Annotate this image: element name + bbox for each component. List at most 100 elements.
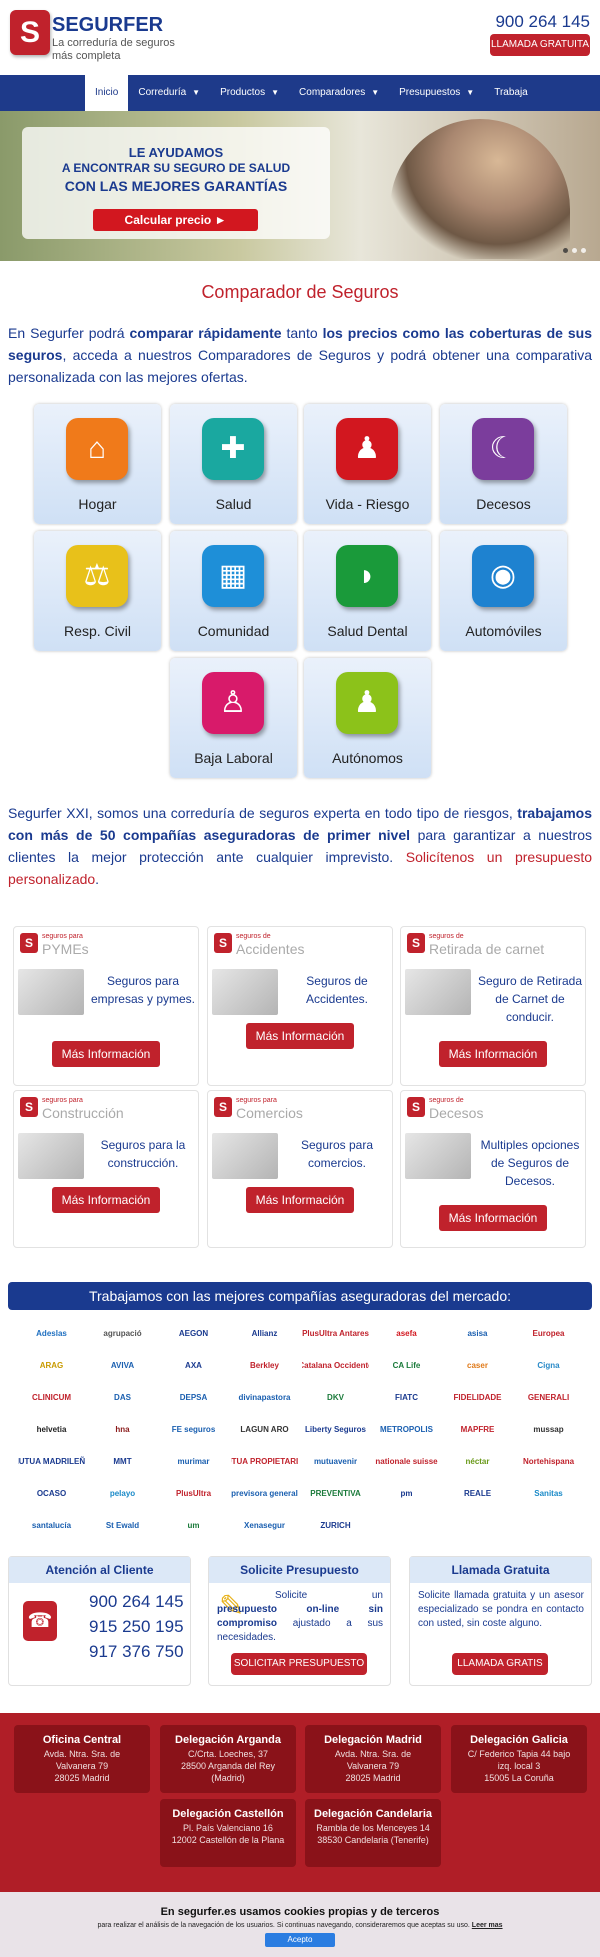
- slider-dot[interactable]: [563, 248, 568, 253]
- segurfer-logo: S: [20, 933, 38, 953]
- nav-item[interactable]: Inicio: [85, 75, 129, 111]
- nav-item[interactable]: Correduría ▼: [128, 75, 210, 111]
- cookie-text: para realizar el análisis de la navegaci…: [97, 1922, 503, 1929]
- insurer-logo: mussap: [533, 1424, 564, 1434]
- tile-vida-riesgo[interactable]: ♟ Vida - Riesgo: [304, 404, 431, 524]
- insurer-logo: Europea: [532, 1328, 565, 1338]
- free-call-box-button[interactable]: LLAMADA GRATIS: [452, 1653, 548, 1675]
- more-info-button[interactable]: Más Información: [439, 1205, 547, 1231]
- nav-item[interactable]: Trabaja: [484, 75, 538, 111]
- product-card: S seguros de Accidentes Seguros de Accid…: [207, 926, 393, 1086]
- tooth-icon: ◗: [336, 545, 398, 607]
- product-card: S seguros de Retirada de carnet Seguro d…: [400, 926, 586, 1086]
- customer-service-box: Atención al Cliente ☎ 900 264 145 915 25…: [8, 1556, 191, 1686]
- tile-label: Salud: [215, 496, 252, 512]
- insurer-logo: Berkley: [250, 1360, 279, 1370]
- more-info-button[interactable]: Más Información: [52, 1187, 160, 1213]
- phone-number[interactable]: 900 264 145: [89, 1589, 184, 1614]
- insurer-logo: MMT: [113, 1456, 132, 1466]
- product-card: S seguros para Comercios Seguros para co…: [207, 1090, 393, 1248]
- section-title: Comparador de Seguros: [201, 282, 399, 302]
- card-subtitle: seguros de: [429, 1097, 464, 1104]
- insurer-logo: previsora general: [231, 1488, 298, 1498]
- card-description: Multiples opciones de Seguros de Decesos…: [480, 1138, 580, 1188]
- office-address: Rambla de los Menceyes 14 38530 Candelari…: [316, 1823, 430, 1845]
- tile-label: Baja Laboral: [194, 750, 273, 766]
- insurer-logo: hna: [115, 1424, 130, 1434]
- brand-name[interactable]: SEGURFER: [52, 14, 163, 37]
- tile-label: Automóviles: [465, 623, 542, 639]
- tile-decesos[interactable]: ☾ Decesos: [440, 404, 567, 524]
- main-nav: Inicio Correduría ▼ Productos ▼ Comparadores ▼…: [0, 75, 600, 111]
- segurfer-logo[interactable]: S: [10, 10, 50, 55]
- chevron-down-icon: ▼: [371, 88, 380, 97]
- calculate-price-button[interactable]: Calcular precio ►: [93, 209, 258, 231]
- free-call-button[interactable]: LLAMADA GRATUITA: [490, 34, 590, 56]
- nav-item[interactable]: Comparadores ▼: [289, 75, 389, 111]
- request-quote-button[interactable]: SOLICITAR PRESUPUESTO: [231, 1653, 367, 1675]
- nav-item-label: Comparadores: [299, 87, 366, 98]
- insurer-logo: helvetia: [36, 1424, 67, 1434]
- quote-box-text: Solicite un presupuesto on-line sin comp…: [217, 1590, 383, 1643]
- office-address: Avda. Ntra. Sra. de Valvanera 79 28025 Mad…: [334, 1749, 412, 1783]
- insurer-logo: LAGUN ARO: [240, 1424, 289, 1434]
- card-subtitle: seguros para: [236, 1097, 277, 1104]
- nav-item-label: Inicio: [95, 87, 119, 98]
- tile-comunidad[interactable]: ▦ Comunidad: [170, 531, 297, 651]
- phone-list: 900 264 145 915 250 195 917 376 750: [89, 1589, 184, 1664]
- office-card: Delegación Madrid Avda. Ntra. Sra. de Val…: [305, 1725, 441, 1793]
- phone-number[interactable]: 917 376 750: [89, 1639, 184, 1664]
- segurfer-logo: S: [407, 1097, 425, 1117]
- tile-hogar[interactable]: ⌂ Hogar: [34, 404, 161, 524]
- quote-box-title: Solicite Presupuesto: [209, 1557, 390, 1583]
- header-phone[interactable]: 900 264 145: [495, 12, 590, 32]
- more-info-button[interactable]: Más Información: [439, 1041, 547, 1067]
- nav-item-label: Productos: [220, 87, 266, 98]
- tile-autom-viles[interactable]: ◉ Automóviles: [440, 531, 567, 651]
- insurer-logo: Adeslas: [36, 1328, 67, 1338]
- insurer-logo: GENERALI: [527, 1392, 570, 1402]
- insurer-logo: CLINICUM: [31, 1392, 72, 1402]
- more-info-button[interactable]: Más Información: [246, 1187, 354, 1213]
- insurer-logo: agrupació: [103, 1328, 142, 1338]
- product-card: S seguros para PYMEs Seguros para empres…: [13, 926, 199, 1086]
- slider-dot[interactable]: [572, 248, 577, 253]
- insurers-banner: Trabajamos con las mejores compañías ase…: [8, 1282, 592, 1310]
- card-title: Comercios: [236, 1105, 303, 1121]
- family-icon: ♟: [336, 418, 398, 480]
- card-subtitle: seguros para: [42, 933, 83, 940]
- insurer-logo: St Ewald: [105, 1520, 140, 1530]
- cookie-accept-button[interactable]: Acepto: [265, 1933, 335, 1947]
- office-title: Delegación Castellón: [172, 1808, 284, 1820]
- chevron-down-icon: ▼: [271, 88, 280, 97]
- more-info-button[interactable]: Más Información: [246, 1023, 354, 1049]
- tile-baja-laboral[interactable]: ♙ Baja Laboral: [170, 658, 297, 778]
- hero-photo: [390, 119, 570, 259]
- insurer-logo: pelayo: [109, 1488, 136, 1498]
- tile-salud-dental[interactable]: ◗ Salud Dental: [304, 531, 431, 651]
- insurer-logo: PlusUltra: [175, 1488, 212, 1498]
- slider-dot[interactable]: [581, 248, 586, 253]
- office-card: Delegación Candelaria Rambla de los Menc…: [305, 1799, 441, 1867]
- nav-item-label: Trabaja: [494, 87, 528, 98]
- card-image: [405, 1133, 471, 1179]
- office-title: Delegación Madrid: [324, 1734, 422, 1746]
- phone-number[interactable]: 915 250 195: [89, 1614, 184, 1639]
- nav-item[interactable]: Presupuestos ▼: [389, 75, 484, 111]
- insurer-logo: néctar: [465, 1456, 490, 1466]
- card-subtitle: seguros para: [42, 1097, 83, 1104]
- more-info-button[interactable]: Más Información: [52, 1041, 160, 1067]
- person-icon: ♙: [202, 672, 264, 734]
- cookie-read-more-link[interactable]: Leer mas: [472, 1922, 503, 1929]
- office-address: C/Crta. Loeches, 37 28500 Arganda del Rey…: [180, 1749, 276, 1783]
- insurer-logo: DEPSA: [179, 1392, 208, 1402]
- tile-salud[interactable]: ✚ Salud: [170, 404, 297, 524]
- about-paragraph: Segurfer XXI, somos una correduría de se…: [8, 805, 593, 887]
- nav-item[interactable]: Productos ▼: [210, 75, 289, 111]
- card-image: [18, 1133, 84, 1179]
- tile-resp-civil[interactable]: ⚖ Resp. Civil: [34, 531, 161, 651]
- office-card: Delegación Arganda C/Crta. Loeches, 37 28…: [160, 1725, 296, 1793]
- house-icon: ⌂: [66, 418, 128, 480]
- insurer-logo: CA Life: [392, 1360, 421, 1370]
- tile-aut-nomos[interactable]: ♟ Autónomos: [304, 658, 431, 778]
